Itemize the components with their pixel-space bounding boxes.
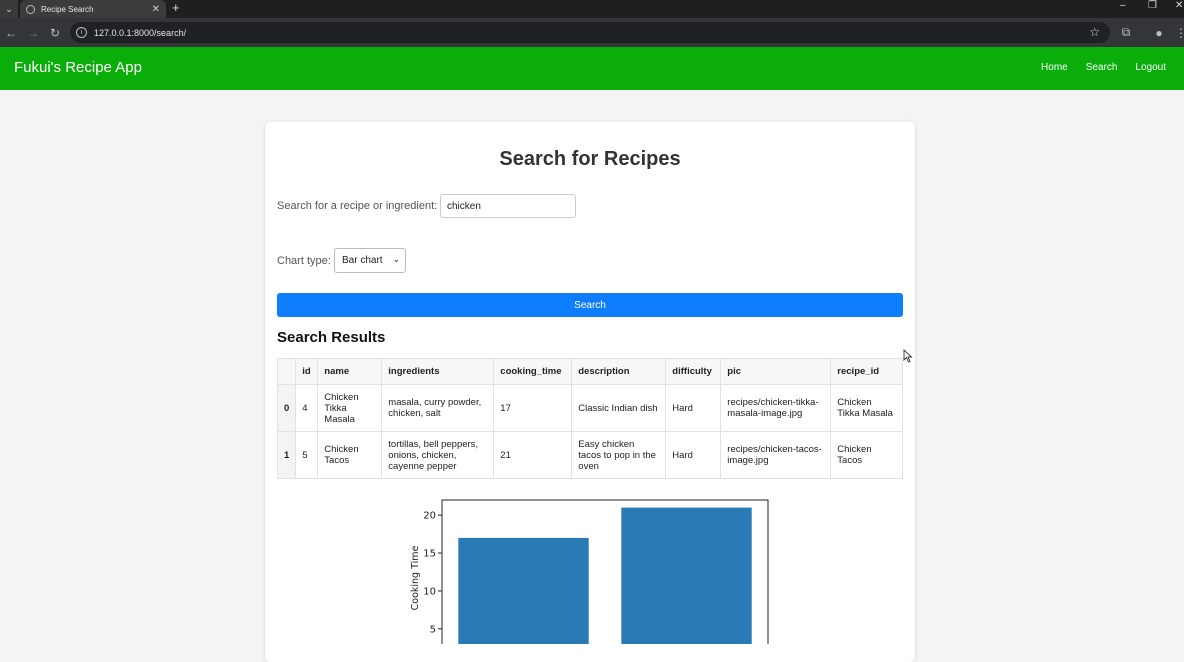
table-cell: 0 [276, 384, 297, 432]
nav-links: Home Search Logout [1041, 62, 1166, 73]
chart-svg: 5 10 15 20 Cooking Time [410, 499, 769, 644]
chart-bar [458, 537, 589, 644]
app-navbar: Fukui's Recipe App Home Search Logout [0, 47, 1184, 90]
column-header: cooking_time [493, 358, 573, 385]
y-tick-label: 15 [423, 549, 436, 560]
y-tick-label: 5 [430, 624, 436, 635]
address-bar[interactable]: i 127.0.0.1:8000/search/ ☆ [70, 22, 1110, 43]
bookmark-star-icon[interactable]: ☆ [1089, 25, 1100, 39]
extensions-icon[interactable]: ⧉ [1115, 25, 1137, 40]
table-cell: Chicken Tikka Masala [830, 384, 903, 432]
column-header [276, 358, 297, 385]
nav-search-link[interactable]: Search [1086, 62, 1118, 73]
chart-bar [621, 507, 752, 644]
table-cell: Hard [665, 384, 722, 432]
table-cell: Classic Indian dish [571, 384, 667, 432]
results-heading: Search Results [277, 329, 386, 346]
url-text: 127.0.0.1:8000/search/ [94, 27, 187, 38]
tab-title: Recipe Search [41, 4, 94, 14]
column-header: difficulty [665, 358, 722, 385]
browser-toolbar: ← → ↻ i 127.0.0.1:8000/search/ ☆ ⧉ ● ⋮ [0, 18, 1184, 47]
table-cell: Chicken Tacos [830, 431, 903, 479]
search-input[interactable] [440, 194, 576, 218]
menu-icon[interactable]: ⋮ [1170, 26, 1184, 40]
tab-search-icon[interactable]: ⌄ [0, 0, 18, 18]
back-icon[interactable]: ← [0, 26, 22, 40]
column-header: description [571, 358, 667, 385]
browser-tab[interactable]: Recipe Search ✕ [20, 0, 166, 18]
column-header: ingredients [381, 358, 495, 385]
chart-type-value: Bar chart [342, 255, 383, 266]
close-icon[interactable]: ✕ [152, 4, 160, 15]
search-button[interactable]: Search [277, 293, 903, 317]
table-cell: 21 [493, 431, 573, 479]
app-brand[interactable]: Fukui's Recipe App [14, 59, 142, 76]
globe-icon [26, 4, 35, 14]
table-cell: Chicken Tacos [317, 431, 383, 479]
results-table: id name ingredients cooking_time descrip… [276, 358, 903, 479]
column-header: pic [720, 358, 832, 385]
forward-icon[interactable]: → [22, 26, 44, 40]
table-header-row: id name ingredients cooking_time descrip… [276, 358, 903, 385]
table-cell: recipes/chicken-tikka-masala-image.jpg [720, 384, 832, 432]
window-close-icon[interactable]: ✕ [1175, 0, 1183, 14]
nav-logout-link[interactable]: Logout [1135, 62, 1166, 73]
chevron-down-icon: ⌄ [392, 254, 400, 264]
column-header: recipe_id [830, 358, 903, 385]
mouse-cursor-icon [903, 349, 913, 363]
table-cell: tortillas, bell peppers, onions, chicken… [381, 431, 495, 479]
table-row: 1 5 Chicken Tacos tortillas, bell pepper… [276, 431, 903, 479]
table-cell: recipes/chicken-tacos-image.jpg [720, 431, 832, 479]
table-cell: Easy chicken tacos to pop in the oven [571, 431, 667, 479]
minimize-icon[interactable]: – [1120, 0, 1126, 14]
info-icon[interactable]: i [76, 27, 87, 38]
table-cell: 1 [276, 431, 297, 479]
search-label: Search for a recipe or ingredient: [277, 200, 438, 212]
profile-icon[interactable]: ● [1148, 26, 1170, 40]
table-cell: masala, curry powder, chicken, salt [381, 384, 495, 432]
table-cell: 5 [295, 431, 319, 479]
y-axis-label: Cooking Time [410, 545, 421, 610]
new-tab-icon[interactable]: + [172, 0, 180, 16]
nav-home-link[interactable]: Home [1041, 62, 1068, 73]
column-header: name [317, 358, 383, 385]
restore-icon[interactable]: ❐ [1148, 0, 1157, 14]
browser-tab-bar: ⌄ Recipe Search ✕ + – ❐ ✕ [0, 0, 1184, 18]
y-tick-label: 10 [423, 586, 436, 597]
column-header: id [295, 358, 319, 385]
table-cell: Hard [665, 431, 722, 479]
chart-type-select[interactable]: Bar chart ⌄ [334, 248, 406, 273]
reload-icon[interactable]: ↻ [44, 26, 66, 40]
page-title: Search for Recipes [499, 148, 681, 170]
chart-type-label: Chart type: [277, 255, 331, 267]
table-row: 0 4 Chicken Tikka Masala masala, curry p… [276, 384, 903, 432]
table-cell: 4 [295, 384, 319, 432]
table-cell: Chicken Tikka Masala [317, 384, 383, 432]
y-tick-label: 20 [423, 511, 436, 522]
table-cell: 17 [493, 384, 573, 432]
cooking-time-chart: 5 10 15 20 Cooking Time [404, 496, 774, 644]
